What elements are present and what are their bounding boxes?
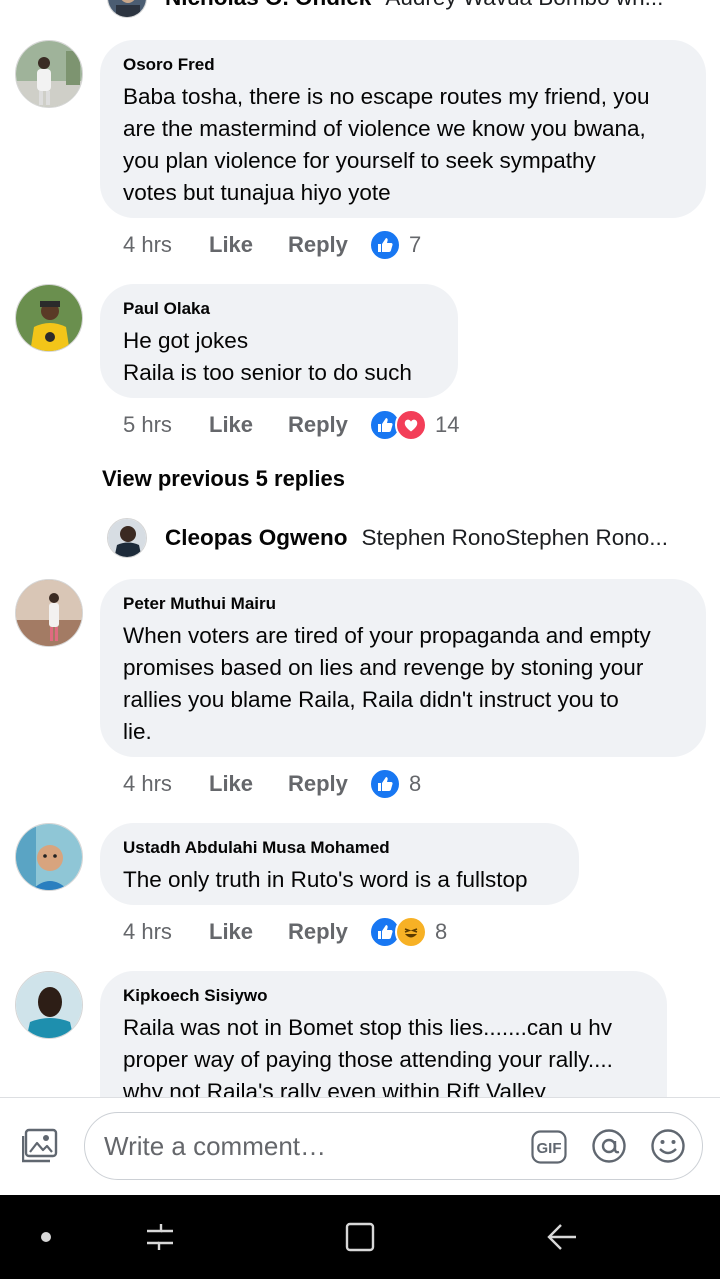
comment-author[interactable]: Kipkoech Sisiywo [123, 986, 645, 1006]
like-reaction-icon [369, 768, 401, 800]
emoji-icon[interactable] [650, 1128, 686, 1164]
comment-text: The only truth in Ruto's word is a fulls… [123, 864, 557, 896]
comment-line: you plan violence for yourself to seek s… [123, 148, 596, 173]
like-button[interactable]: Like [209, 408, 253, 442]
comment-actions: 5 hrs Like Reply 14 [123, 408, 523, 442]
avatar[interactable] [15, 971, 83, 1039]
comment-text: Baba tosha, there is no escape routes my… [123, 81, 684, 209]
reaction-summary[interactable]: 7 [369, 228, 421, 262]
comment-bubble[interactable]: Kipkoech Sisiywo Raila was not in Bomet … [100, 971, 667, 1097]
comment-line: Raila is too senior to do such [123, 360, 412, 385]
avatar[interactable] [15, 579, 83, 647]
comment-line: promises based on lies and revenge by st… [123, 655, 644, 680]
reply-button[interactable]: Reply [288, 408, 348, 442]
comment-bubble[interactable]: Ustadh Abdulahi Musa Mohamed The only tr… [100, 823, 579, 905]
comment-text: When voters are tired of your propaganda… [123, 620, 684, 748]
like-reaction-icon [369, 229, 401, 261]
collapsed-reply-top[interactable]: Nicholas O. Ondiek Audrey Wavua Bombo wh… [107, 0, 663, 18]
comment-text: Raila was not in Bomet stop this lies...… [123, 1012, 645, 1097]
comment-line: are the mastermind of violence we know y… [123, 116, 646, 141]
reply-author-name[interactable]: Cleopas Ogweno [165, 525, 348, 551]
comment-timestamp[interactable]: 5 hrs [123, 408, 172, 442]
reaction-count: 14 [435, 412, 460, 437]
view-previous-replies-link[interactable]: View previous 5 replies [102, 464, 345, 494]
recents-icon[interactable] [140, 1217, 180, 1257]
comment-input[interactable]: Write a comment… GIF [84, 1112, 703, 1180]
reply-author-name[interactable]: Nicholas O. Ondiek [165, 0, 371, 11]
reaction-count: 8 [435, 919, 448, 944]
comment-line: why not Raila's rally even within Rift V… [123, 1079, 546, 1097]
avatar[interactable] [15, 284, 83, 352]
reply-snippet[interactable]: Audrey Wavua Bombo wh... [385, 0, 663, 11]
comment-line: lie. [123, 719, 152, 744]
comment-text: He got jokes Raila is too senior to do s… [123, 325, 436, 389]
like-button[interactable]: Like [209, 228, 253, 262]
comment-author[interactable]: Ustadh Abdulahi Musa Mohamed [123, 838, 557, 858]
reaction-count: 7 [409, 232, 422, 257]
reaction-summary[interactable]: 8 [369, 915, 447, 949]
like-button[interactable]: Like [209, 915, 253, 949]
reply-snippet[interactable]: Stephen RonoStephen Rono... [362, 525, 669, 551]
avatar[interactable] [107, 0, 147, 18]
like-button[interactable]: Like [209, 767, 253, 801]
reply-button[interactable]: Reply [288, 915, 348, 949]
at-icon[interactable] [591, 1128, 627, 1164]
comment-actions: 4 hrs Like Reply 8 [123, 767, 523, 801]
home-square-icon[interactable] [340, 1217, 380, 1257]
comment-bubble[interactable]: Peter Muthui Mairu When voters are tired… [100, 579, 706, 757]
comment-author[interactable]: Osoro Fred [123, 55, 684, 75]
reaction-count: 8 [409, 771, 422, 796]
comment-line: He got jokes [123, 328, 249, 353]
dot-icon[interactable] [26, 1217, 66, 1257]
comment-bubble[interactable]: Osoro Fred Baba tosha, there is no escap… [100, 40, 706, 218]
comment-actions: 4 hrs Like Reply 8 [123, 915, 523, 949]
avatar[interactable] [15, 40, 83, 108]
comment-line: The only truth in Ruto's word is a fulls… [123, 867, 528, 892]
comment-line: Baba tosha, there is no escape routes my… [123, 84, 650, 109]
comment-actions: 4 hrs Like Reply 7 [123, 228, 523, 262]
gif-icon[interactable]: GIF [531, 1130, 567, 1164]
reply-button[interactable]: Reply [288, 767, 348, 801]
system-navigation-bar [0, 1195, 720, 1279]
haha-reaction-icon [395, 916, 427, 948]
comment-composer: Write a comment… GIF [0, 1097, 720, 1193]
photo-icon[interactable] [21, 1128, 60, 1164]
comment-timestamp[interactable]: 4 hrs [123, 915, 172, 949]
comment-timestamp[interactable]: 4 hrs [123, 228, 172, 262]
avatar[interactable] [107, 518, 147, 558]
back-arrow-icon[interactable] [542, 1217, 582, 1257]
comment-author[interactable]: Paul Olaka [123, 299, 436, 319]
love-reaction-icon [395, 409, 427, 441]
comment-author[interactable]: Peter Muthui Mairu [123, 594, 684, 614]
comment-line: proper way of paying those attending you… [123, 1047, 613, 1072]
comment-placeholder: Write a comment… [104, 1131, 327, 1161]
comment-timestamp[interactable]: 4 hrs [123, 767, 172, 801]
reaction-summary[interactable]: 8 [369, 767, 421, 801]
comment-line: When voters are tired of your propaganda… [123, 623, 651, 648]
comment-line: Raila was not in Bomet stop this lies...… [123, 1015, 612, 1040]
reaction-summary[interactable]: 14 [369, 408, 459, 442]
gif-label: GIF [537, 1140, 562, 1157]
reply-button[interactable]: Reply [288, 228, 348, 262]
comment-line: votes but tunajua hiyo yote [123, 180, 391, 205]
comments-feed: Nicholas O. Ondiek Audrey Wavua Bombo wh… [0, 0, 720, 1097]
avatar[interactable] [15, 823, 83, 891]
collapsed-reply[interactable]: Cleopas Ogweno Stephen RonoStephen Rono.… [107, 518, 668, 558]
comment-line: rallies you blame Raila, Raila didn't in… [123, 687, 619, 712]
comment-bubble[interactable]: Paul Olaka He got jokes Raila is too sen… [100, 284, 458, 398]
